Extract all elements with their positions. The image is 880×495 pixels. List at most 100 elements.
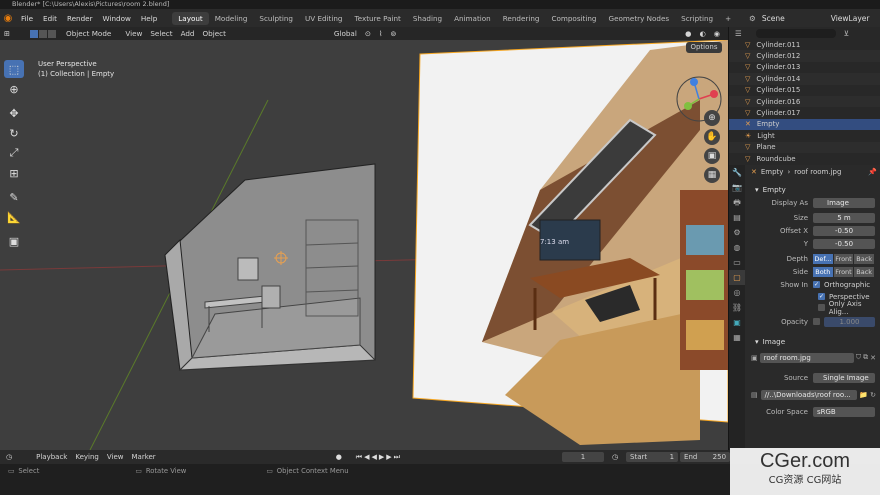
measure-tool-icon[interactable]: 📐 — [4, 208, 24, 226]
tab-sculpting[interactable]: Sculpting — [253, 12, 299, 25]
menu-help[interactable]: Help — [136, 14, 162, 23]
record-icon[interactable]: ● — [336, 453, 342, 461]
proportional-edit-icon[interactable]: ⊚ — [386, 29, 400, 38]
cursor-tool-icon[interactable]: ⊕ — [4, 80, 24, 98]
menu-object[interactable]: Object — [198, 29, 229, 38]
tab-geometry-nodes[interactable]: Geometry Nodes — [603, 12, 676, 25]
tab-texture-paint[interactable]: Texture Paint — [348, 12, 406, 25]
zoom-icon[interactable]: ⊕ — [704, 110, 720, 126]
shading-rendered-icon[interactable]: ◉ — [710, 29, 724, 38]
menu-add[interactable]: Add — [177, 29, 199, 38]
side-front-button[interactable]: Front — [833, 266, 854, 277]
image-name-field[interactable]: roof room.jpg — [759, 352, 854, 363]
render-tab-icon[interactable]: 📷 — [729, 180, 745, 195]
clock-icon[interactable]: ◷ — [612, 453, 618, 461]
pivot-icon[interactable]: ⊙ — [361, 29, 375, 38]
scene-name[interactable]: Scene — [762, 14, 785, 23]
display-as-dropdown[interactable]: Image — [813, 197, 875, 208]
menu-playback[interactable]: Playback — [32, 453, 71, 461]
timeline-editor-icon[interactable]: ◷ — [0, 453, 18, 461]
orthographic-checkbox[interactable]: ✓ Orthographic — [813, 281, 870, 289]
tab-shading[interactable]: Shading — [407, 12, 448, 25]
snap-icon[interactable]: ⌇ — [375, 29, 387, 38]
offset-y-field[interactable]: -0.50 — [813, 238, 875, 249]
menu-view-timeline[interactable]: View — [103, 453, 128, 461]
add-workspace-icon[interactable]: + — [719, 12, 737, 25]
editor-type-icon[interactable]: ⊞ — [0, 29, 14, 38]
scene-icon[interactable]: ⚙ — [749, 14, 756, 23]
filter-icon[interactable]: ⊻ — [844, 29, 850, 38]
outliner-item[interactable]: ☀ Light — [729, 130, 880, 141]
end-frame-field[interactable]: End 250 — [680, 452, 731, 462]
menu-keying[interactable]: Keying — [71, 453, 103, 461]
folder-icon[interactable]: 📁 — [859, 391, 868, 399]
tool-tab-icon[interactable]: 🔧 — [729, 165, 745, 180]
select-extend-icon[interactable] — [39, 29, 48, 38]
menu-window[interactable]: Window — [98, 14, 136, 23]
blender-logo-icon[interactable]: ◉ — [0, 13, 16, 24]
outliner-item[interactable]: ▽ Roundcube — [729, 153, 880, 164]
only-axis-aligned-checkbox[interactable]: Only Axis Alig... — [747, 300, 880, 316]
object-tab-icon[interactable]: ▢ — [729, 270, 745, 285]
move-tool-icon[interactable]: ✥ — [4, 104, 24, 122]
shield-icon[interactable]: ⛉ — [856, 353, 861, 362]
tab-layout[interactable]: Layout — [172, 11, 209, 25]
menu-marker[interactable]: Marker — [127, 453, 159, 461]
camera-view-icon[interactable]: ▣ — [704, 148, 720, 164]
source-dropdown[interactable]: Single Image — [813, 372, 875, 383]
transform-tool-icon[interactable]: ⊞ — [4, 164, 24, 182]
tab-compositing[interactable]: Compositing — [545, 12, 602, 25]
depth-default-button[interactable]: Def... — [813, 253, 833, 264]
offset-x-field[interactable]: -0.50 — [813, 225, 875, 236]
filepath-field[interactable]: //..\Downloads\roof roo... — [760, 389, 858, 400]
menu-select[interactable]: Select — [146, 29, 176, 38]
unlink-icon[interactable]: ✕ — [870, 354, 876, 362]
orientation-dropdown[interactable]: Global — [330, 29, 361, 38]
current-frame-field[interactable]: 1 — [561, 452, 604, 462]
outliner-item-selected[interactable]: ✕ Empty — [729, 118, 880, 131]
pan-hand-icon[interactable]: ✋ — [704, 129, 720, 145]
rotate-tool-icon[interactable]: ↻ — [4, 124, 24, 142]
menu-file[interactable]: File — [16, 14, 38, 23]
outliner-item[interactable]: ▽ Cylinder.014 — [729, 73, 880, 85]
menu-view[interactable]: View — [121, 29, 146, 38]
select-mode-icon[interactable] — [30, 29, 39, 38]
outliner-item[interactable]: ▽ Cylinder.013 — [729, 62, 880, 73]
outliner-item[interactable]: ▽ Cylinder.012 — [729, 50, 880, 62]
3d-viewport[interactable]: 7:13 am User Perspective (1) Collection … — [0, 40, 728, 450]
constraints-tab-icon[interactable]: ⛓ — [729, 300, 745, 315]
menu-edit[interactable]: Edit — [38, 14, 62, 23]
add-cube-tool-icon[interactable]: ▣ — [4, 232, 24, 250]
texture-tab-icon[interactable]: ▦ — [729, 330, 745, 345]
view-layer-tab-icon[interactable]: ▤ — [729, 210, 745, 225]
outliner-editor-icon[interactable]: ☰ — [735, 29, 742, 38]
new-image-icon[interactable]: ⧉ — [863, 353, 868, 362]
output-tab-icon[interactable]: 🖶 — [729, 195, 745, 210]
grid-toggle-icon[interactable]: ▦ — [704, 167, 720, 183]
view-layer-name[interactable]: ViewLayer — [831, 14, 870, 23]
opacity-field[interactable]: 1.000 — [824, 316, 875, 327]
image-section-header[interactable]: ▾ Image — [747, 335, 880, 348]
select-subtract-icon[interactable] — [48, 29, 57, 38]
opacity-checkbox[interactable] — [813, 318, 820, 325]
depth-back-button[interactable]: Back — [854, 253, 875, 264]
playback-controls[interactable]: ⏮◀◀▶▶⏭ — [356, 453, 402, 462]
mode-dropdown[interactable]: Object Mode — [62, 29, 115, 38]
options-button[interactable]: Options — [686, 42, 722, 53]
shading-material-icon[interactable]: ◐ — [695, 29, 709, 38]
outliner-item[interactable]: ▽ Cylinder.017 — [729, 107, 880, 118]
start-frame-field[interactable]: Start 1 — [626, 452, 679, 462]
side-back-button[interactable]: Back — [854, 266, 875, 277]
outliner-item[interactable]: ▽ Cylinder.016 — [729, 95, 880, 108]
select-box-tool-icon[interactable]: ⬚ — [4, 60, 24, 78]
collection-tab-icon[interactable]: ▭ — [729, 255, 745, 270]
tab-uv-editing[interactable]: UV Editing — [299, 12, 349, 25]
menu-render[interactable]: Render — [62, 14, 98, 23]
tab-scripting[interactable]: Scripting — [675, 12, 719, 25]
outliner-item[interactable]: ▽ Cylinder.011 — [729, 39, 880, 50]
tab-modeling[interactable]: Modeling — [209, 12, 254, 25]
colorspace-dropdown[interactable]: sRGB — [813, 406, 875, 417]
reload-icon[interactable]: ↻ — [870, 391, 876, 399]
image-browse-icon[interactable]: ▣ — [751, 354, 758, 362]
data-tab-icon[interactable]: ▣ — [729, 315, 745, 330]
